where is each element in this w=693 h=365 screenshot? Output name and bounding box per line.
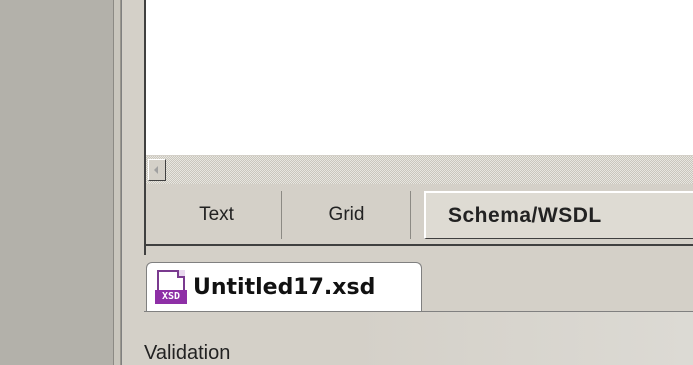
xsd-badge: XSD	[155, 289, 187, 304]
editor-canvas[interactable]	[146, 0, 693, 155]
tab-schema-wsdl[interactable]: Schema/WSDL	[424, 191, 693, 239]
view-tabs-divider	[146, 244, 693, 246]
document-tabs-divider	[144, 311, 693, 312]
xsd-file-icon: XSD	[155, 269, 189, 306]
document-tab-untitled17[interactable]: XSD Untitled17.xsd	[146, 262, 422, 312]
document-tab-label: Untitled17.xsd	[193, 275, 376, 300]
scroll-left-button[interactable]	[148, 159, 166, 181]
page-icon-fold	[177, 269, 185, 278]
arrow-left-icon	[154, 166, 158, 174]
tab-text[interactable]: Text	[152, 191, 282, 239]
view-tabs: Text Grid Schema/WSDL	[146, 184, 693, 244]
panel-splitter[interactable]	[113, 0, 121, 365]
left-side-panel	[0, 0, 113, 365]
tab-grid[interactable]: Grid	[283, 191, 411, 239]
editor-area: Text Grid Schema/WSDL	[144, 0, 693, 255]
horizontal-scrollbar[interactable]	[146, 155, 693, 184]
main-editor-pane: Text Grid Schema/WSDL XSD Untitled17.xsd…	[122, 0, 693, 365]
validation-panel-title: Validation	[144, 342, 231, 364]
